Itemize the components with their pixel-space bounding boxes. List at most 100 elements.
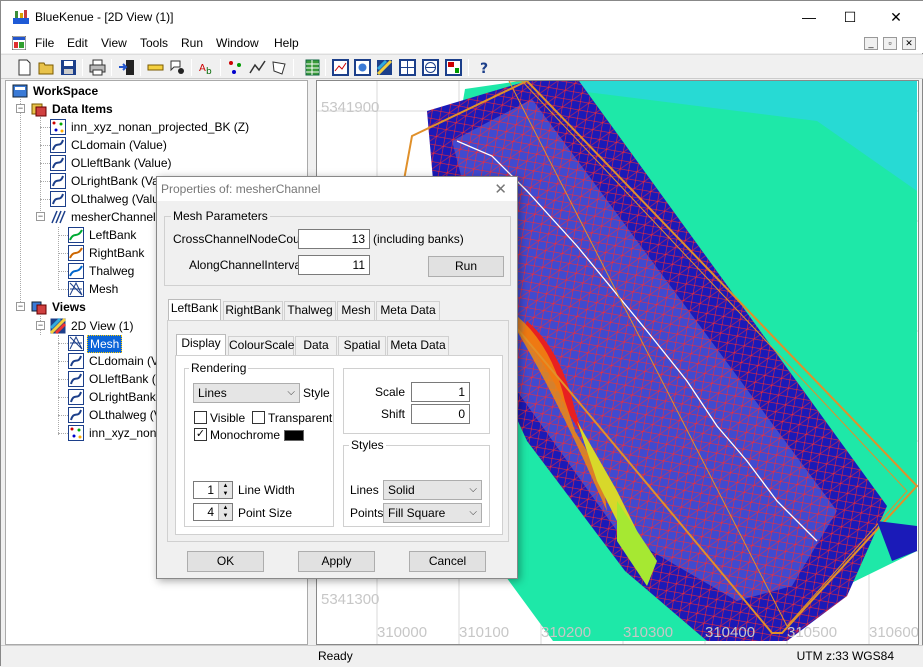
line-set-icon [68,407,84,423]
line-width-stepper[interactable]: 1 ▲ ▼ [193,481,233,499]
polyline-icon[interactable] [249,59,266,76]
along-channel-interval-input[interactable]: 11 [298,255,370,275]
layout-view-icon[interactable] [445,59,462,76]
close-button[interactable]: ✕ [873,1,919,33]
scatter-data-icon [68,425,84,441]
tab-left-bank[interactable]: LeftBank [168,299,221,320]
ruler-icon[interactable] [147,59,164,76]
open-folder-icon[interactable] [38,59,55,76]
minimize-button[interactable]: — [786,1,832,33]
dialog-title: Properties of: mesherChannel [161,182,321,196]
collapse-toggle[interactable]: − [16,104,25,113]
x-coordinate-label: 310200 [541,624,592,641]
polygon-icon[interactable] [271,59,288,76]
x-coordinate-label: 310400 [705,624,756,641]
line-style-dropdown[interactable]: Solid ⌵ [383,480,482,500]
monochrome-color-swatch[interactable] [284,430,304,441]
cancel-button[interactable]: Cancel [409,551,486,572]
maximize-button[interactable]: ☐ [827,1,873,33]
window-title: BlueKenue - [2D View (1)] [35,10,174,24]
tree-node-line-set[interactable]: CLdomain (Value) [50,136,300,154]
line-set-icon [50,173,66,189]
thalweg-line-icon [68,263,84,279]
ab-text-icon[interactable]: Ab [198,59,215,76]
shift-label: Shift [381,407,406,421]
tree-node-data-items[interactable]: Data Items [31,100,231,118]
help-icon[interactable]: ? [476,59,493,76]
tree-node-dataset[interactable]: inn_xyz_nonan_projected_BK (Z) [50,118,300,136]
point-size-stepper[interactable]: 4 ▲ ▼ [193,503,233,521]
menu-run[interactable]: Run [181,36,203,50]
stepper-down-icon[interactable]: ▼ [218,512,232,520]
monochrome-checkbox[interactable]: ✓ [194,428,207,441]
tree-node-workspace[interactable]: WorkSpace [12,82,212,100]
point-style-dropdown[interactable]: Fill Square ⌵ [383,503,482,523]
data-items-icon [31,103,47,117]
print-icon[interactable] [89,59,106,76]
menu-bar: File Edit View Tools Run Window Help [1,33,923,53]
tab-right-bank[interactable]: RightBank [223,301,283,320]
scale-label: Scale [375,385,406,399]
import-icon[interactable] [118,59,135,76]
mdi-minimize-button[interactable]: _ [864,37,878,50]
view-3d-icon[interactable] [354,59,371,76]
tab-thalweg[interactable]: Thalweg [284,301,336,320]
x-coordinate-label: 310000 [377,624,428,641]
scale-input[interactable]: 1 [411,382,470,402]
visible-label: Visible [210,411,246,425]
dialog-close-icon[interactable]: ✕ [494,180,507,198]
new-file-icon[interactable] [16,59,33,76]
stepper-up-icon[interactable]: ▲ [218,504,232,512]
svg-text:?: ? [480,61,488,76]
stepper-down-icon[interactable]: ▼ [218,490,232,498]
x-coordinate-label: 310500 [787,624,838,641]
tab-mesh[interactable]: Mesh [337,301,375,320]
stepper-up-icon[interactable]: ▲ [218,482,232,490]
projection-status: UTM z:33 WGS84 [796,649,894,663]
tree-connector [58,227,59,290]
probe-icon[interactable] [169,59,186,76]
rendering-style-dropdown[interactable]: Lines ⌵ [193,383,300,403]
tab-display[interactable]: Display [176,334,226,355]
save-icon[interactable] [60,59,77,76]
points-icon[interactable] [227,59,244,76]
line-set-icon [50,191,66,207]
transparent-checkbox[interactable] [252,411,265,424]
table-icon[interactable] [304,59,321,76]
run-button[interactable]: Run [428,256,504,277]
mesh-icon [68,335,84,351]
toolbar-separator [82,59,83,76]
menu-tools[interactable]: Tools [140,36,168,50]
tree-connector [58,343,68,344]
menu-view[interactable]: View [101,36,127,50]
visible-checkbox[interactable] [194,411,207,424]
tab-data[interactable]: Data [295,336,337,355]
tab-colour-scale[interactable]: ColourScale [228,336,294,355]
globe-view-icon[interactable] [422,59,439,76]
grid-view-icon[interactable] [399,59,416,76]
tab-meta-data[interactable]: Meta Data [376,301,440,320]
shift-input[interactable]: 0 [411,404,470,424]
cross-channel-node-count-input[interactable]: 13 [298,229,370,249]
tree-node-line-set[interactable]: OLleftBank (Value) [50,154,300,172]
apply-button[interactable]: Apply [298,551,375,572]
menu-file[interactable]: File [35,36,54,50]
view-2d-icon[interactable] [332,59,349,76]
point-style-value: Fill Square [388,506,446,520]
menu-help[interactable]: Help [274,36,299,50]
menu-window[interactable]: Window [216,36,259,50]
collapse-toggle[interactable]: − [36,212,45,221]
bank-line-icon [68,245,84,261]
collapse-toggle[interactable]: − [36,321,45,330]
mdi-close-button[interactable]: ✕ [902,37,916,50]
toolbar-separator [191,59,192,76]
menu-edit[interactable]: Edit [67,36,88,50]
tab-spatial[interactable]: Spatial [338,336,386,355]
tab-inner-meta-data[interactable]: Meta Data [387,336,449,355]
collapse-toggle[interactable]: − [16,302,25,311]
colour-scale-icon[interactable] [376,59,393,76]
ok-button[interactable]: OK [187,551,264,572]
dialog-title-bar[interactable]: Properties of: mesherChannel ✕ [157,177,517,201]
mdi-restore-button[interactable]: ▫ [883,37,897,50]
tree-connector [40,163,50,164]
